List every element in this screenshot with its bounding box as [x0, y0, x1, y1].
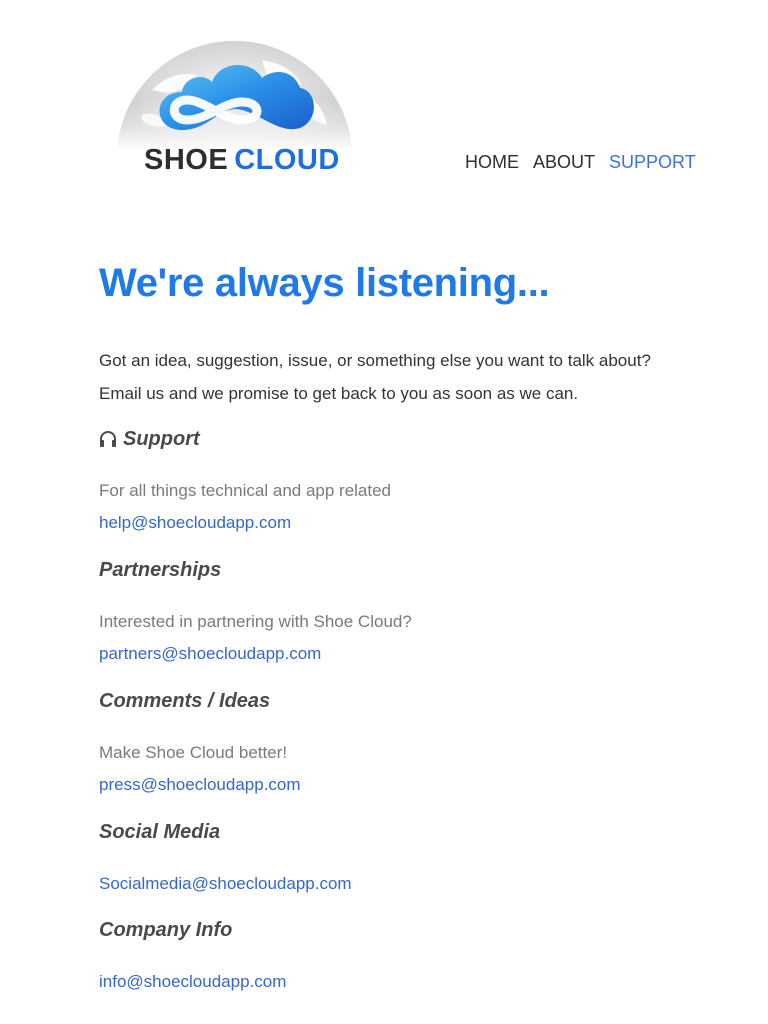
support-section: Support For all things technical and app… [99, 426, 391, 534]
comments-heading: Comments / Ideas [99, 690, 271, 712]
nav-support-link[interactable]: SUPPORT [609, 152, 696, 173]
nav-about-link[interactable]: ABOUT [533, 152, 595, 173]
support-heading: Support [99, 426, 391, 452]
company-info-heading: Company Info [99, 919, 233, 941]
partnerships-email-link[interactable]: partners@shoecloudapp.com [99, 643, 321, 665]
comments-description: Make Shoe Cloud better! [99, 743, 288, 762]
support-title: Support [123, 428, 200, 450]
company-info-email-link[interactable]: info@shoecloudapp.com [99, 971, 286, 993]
partnerships-description: Interested in partnering with Shoe Cloud… [99, 612, 412, 631]
social-media-heading: Social Media [99, 821, 221, 843]
shoe-cloud-logo[interactable]: SHOE CLOUD [112, 20, 357, 185]
logo-word-shoe: SHOE [144, 144, 229, 176]
main-content: We're always listening... Got an idea, s… [99, 258, 719, 991]
cloud-globe-logo-icon [112, 40, 357, 150]
support-email-link[interactable]: help@shoecloudapp.com [99, 512, 291, 534]
company-info-section: Company Info info@shoecloudapp.com [99, 917, 286, 993]
intro-text: Got an idea, suggestion, issue, or somet… [99, 344, 719, 410]
intro-line-2: Email us and we promise to get back to y… [99, 384, 579, 403]
support-description: For all things technical and app related [99, 481, 392, 500]
logo-wordmark: SHOE CLOUD [144, 144, 340, 177]
comments-email-link[interactable]: press@shoecloudapp.com [99, 774, 301, 796]
site-header: SHOE CLOUD HOME ABOUT SUPPORT [0, 0, 768, 200]
intro-line-1: Got an idea, suggestion, issue, or somet… [99, 351, 651, 370]
partnerships-section: Partnerships Interested in partnering wi… [99, 557, 412, 665]
partnerships-heading: Partnerships [99, 559, 222, 581]
social-media-section: Social Media Socialmedia@shoecloudapp.co… [99, 819, 352, 895]
social-media-email-link[interactable]: Socialmedia@shoecloudapp.com [99, 873, 352, 895]
main-nav: HOME ABOUT SUPPORT [465, 152, 696, 173]
headphones-icon [100, 431, 116, 447]
nav-home-link[interactable]: HOME [465, 152, 519, 173]
comments-section: Comments / Ideas Make Shoe Cloud better!… [99, 688, 301, 796]
logo-word-cloud: CLOUD [234, 144, 340, 176]
page-title: We're always listening... [99, 261, 550, 305]
